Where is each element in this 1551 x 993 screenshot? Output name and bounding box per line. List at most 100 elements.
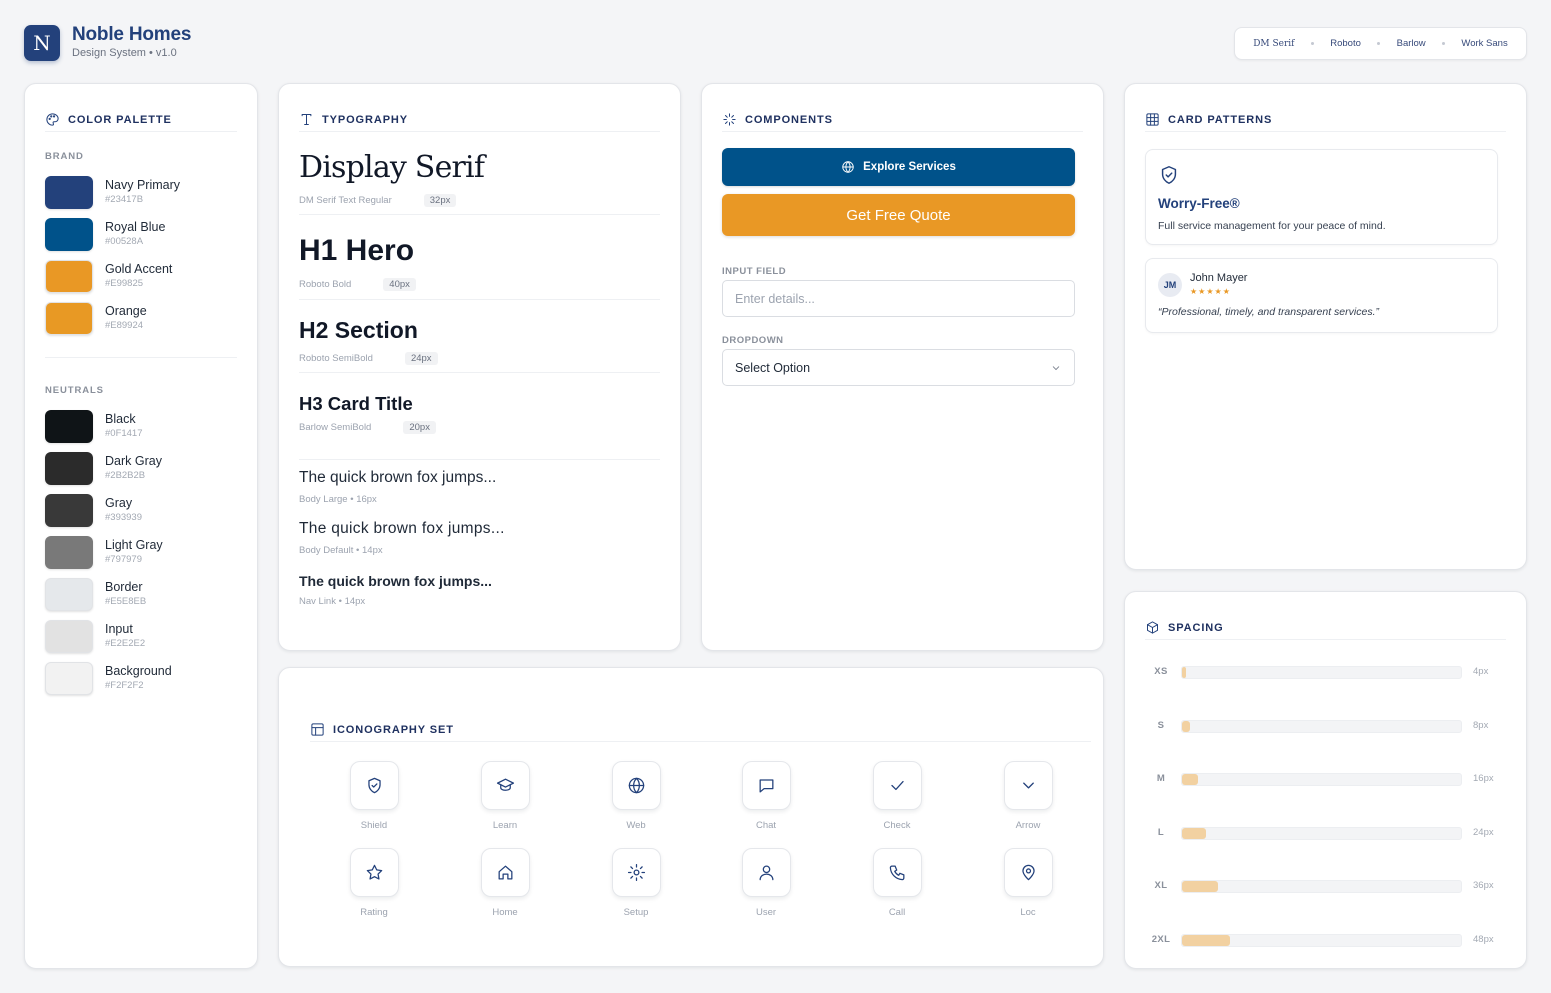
- divider: [299, 299, 660, 300]
- spacing-row: M 16px: [1145, 771, 1506, 787]
- color-swatch-row[interactable]: Dark Gray #2B2B2B: [45, 451, 162, 485]
- color-swatch-row[interactable]: Gold Accent #E99825: [45, 259, 172, 293]
- spacing-label: M: [1156, 773, 1166, 785]
- color-name: Background: [105, 663, 172, 678]
- home-icon: [498, 865, 512, 880]
- color-swatch: [45, 661, 93, 695]
- color-hex: #797979: [105, 553, 142, 565]
- color-hex: #2B2B2B: [105, 469, 146, 481]
- testimonial-card[interactable]: JM John Mayer ★★★★★ “Professional, timel…: [1145, 258, 1498, 333]
- font-option-barlow[interactable]: Barlow: [1397, 38, 1426, 49]
- color-name: Dark Gray: [105, 453, 162, 468]
- color-swatch: [45, 175, 93, 209]
- spacing-label: L: [1157, 826, 1165, 838]
- icon-tile-web[interactable]: Web: [596, 761, 676, 831]
- feature-card[interactable]: Worry-Free® Full service management for …: [1145, 149, 1498, 245]
- spacing-label: XS: [1154, 666, 1168, 677]
- icon-box: [480, 848, 530, 897]
- type-icon: [301, 114, 312, 125]
- iconography-card: ICONOGRAPHY SET Shield Learn Web Chat Check A…: [278, 667, 1104, 967]
- icon-box: [1003, 761, 1053, 810]
- swatch-text: Gray #393939: [105, 496, 142, 525]
- spacing-fill: [1182, 827, 1206, 839]
- color-swatch-row[interactable]: Black #0F1417: [45, 409, 143, 443]
- icon-box: [741, 761, 791, 810]
- h1-sample: H1 Hero: [299, 234, 415, 267]
- color-hex: #E2E2E2: [105, 637, 146, 649]
- color-swatch-row[interactable]: Navy Primary #23417B: [45, 175, 180, 209]
- icon-label: Rating: [360, 907, 388, 918]
- rating-stars: ★★★★★: [1190, 287, 1231, 296]
- body-large-sample: The quick brown fox jumps...: [299, 469, 497, 486]
- spacing-fill: [1182, 881, 1218, 893]
- check-icon: [890, 780, 904, 791]
- palette-icon: [46, 113, 59, 126]
- spacing-track: [1181, 773, 1462, 787]
- separator-dot: [1377, 42, 1381, 45]
- color-name: Input: [105, 621, 133, 636]
- brand-label: BRAND: [45, 151, 84, 162]
- spacing-fill: [1182, 935, 1230, 946]
- spacing-track: [1181, 826, 1462, 840]
- icon-label: Check: [883, 820, 911, 831]
- swatch-text: Input #E2E2E2: [105, 622, 145, 651]
- color-swatch-row[interactable]: Orange #E89924: [45, 301, 147, 335]
- dropdown-label: DROPDOWN: [722, 335, 784, 346]
- button-label: Explore Services: [863, 161, 956, 173]
- section-title: CARD PATTERNS: [1168, 113, 1273, 126]
- icon-box: [349, 848, 399, 897]
- icon-tile-shield[interactable]: Shield: [334, 761, 414, 831]
- brand-name: Noble Homes: [72, 24, 192, 45]
- icon-tile-loc[interactable]: Loc: [988, 848, 1068, 918]
- spacing-label: 2XL: [1151, 934, 1171, 945]
- font-option-dm-serif[interactable]: DM Serif: [1253, 39, 1294, 49]
- swatch-text: Royal Blue #00528A: [105, 220, 165, 249]
- layout-icon: [311, 723, 324, 736]
- icon-tile-arrow[interactable]: Arrow: [988, 761, 1068, 831]
- details-input[interactable]: Enter details...: [722, 280, 1075, 317]
- icon-label: Home: [492, 907, 518, 918]
- icon-tile-home[interactable]: Home: [465, 848, 545, 918]
- icon-tile-chat[interactable]: Chat: [726, 761, 806, 831]
- gear-icon: [627, 863, 645, 882]
- font-option-roboto[interactable]: Roboto: [1330, 38, 1361, 49]
- spacing-value: 16px: [1473, 773, 1494, 785]
- color-palette-header: COLOR PALETTE: [45, 108, 237, 132]
- spacing-value: 36px: [1473, 880, 1494, 892]
- color-swatch-row[interactable]: Royal Blue #00528A: [45, 217, 165, 251]
- icon-tile-check[interactable]: Check: [857, 761, 937, 831]
- color-swatch-row[interactable]: Input #E2E2E2: [45, 619, 145, 653]
- swatch-text: Black #0F1417: [105, 412, 143, 441]
- h2-meta: Roboto SemiBold 24px: [299, 352, 438, 365]
- option-dropdown[interactable]: Select Option: [722, 349, 1075, 386]
- cube-icon: [1147, 621, 1158, 634]
- color-name: Navy Primary: [105, 177, 181, 192]
- get-free-quote-button[interactable]: Get Free Quote: [722, 194, 1075, 236]
- icon-box: [611, 848, 661, 897]
- color-swatch-row[interactable]: Background #F2F2F2: [45, 661, 172, 695]
- explore-services-button[interactable]: Explore Services: [722, 148, 1075, 186]
- color-swatch-row[interactable]: Border #E5E8EB: [45, 577, 146, 611]
- icon-tile-setup[interactable]: Setup: [596, 848, 676, 918]
- body-large-meta: Body Large • 16px: [299, 494, 377, 505]
- size-badge: 24px: [404, 352, 438, 365]
- icon-tile-user[interactable]: User: [726, 848, 806, 918]
- color-swatch-row[interactable]: Light Gray #797979: [45, 535, 163, 569]
- components-header: COMPONENTS: [722, 108, 1083, 132]
- color-swatch-row[interactable]: Gray #393939: [45, 493, 142, 527]
- typography-card: TYPOGRAPHY Display Serif DM Serif Text R…: [278, 83, 681, 651]
- font-option-work-sans[interactable]: Work Sans: [1461, 38, 1507, 49]
- color-swatch: [45, 619, 93, 653]
- icon-tile-learn[interactable]: Learn: [465, 761, 545, 831]
- globe-icon: [842, 161, 854, 173]
- section-title: COLOR PALETTE: [68, 113, 172, 126]
- icon-tile-call[interactable]: Call: [857, 848, 937, 918]
- swatch-text: Light Gray #797979: [105, 538, 163, 567]
- section-title: SPACING: [1168, 621, 1224, 634]
- spacing-track: [1181, 666, 1462, 679]
- globe-icon: [628, 777, 644, 794]
- section-title: COMPONENTS: [745, 113, 833, 126]
- spacing-fill: [1182, 774, 1198, 786]
- icon-tile-rating[interactable]: Rating: [334, 848, 414, 918]
- divider: [299, 459, 660, 460]
